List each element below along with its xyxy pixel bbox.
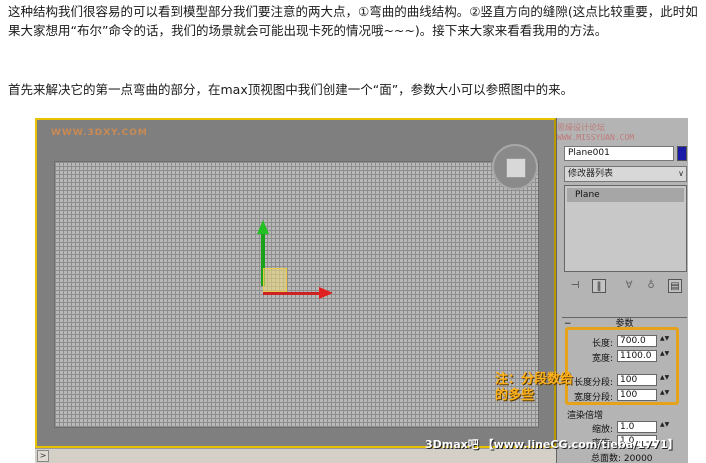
make-unique-icon[interactable]: ∀ bbox=[622, 279, 636, 293]
scale-label: 缩放: bbox=[591, 425, 613, 435]
article-paragraph-1: 这种结构我们很容易的可以看到模型部分我们要注意的两大点，①弯曲的曲线结构。②竖直… bbox=[8, 4, 698, 38]
width-segs-spinner-icon[interactable]: ▲▼ bbox=[660, 390, 669, 401]
configure-sets-icon[interactable]: ▤ bbox=[668, 279, 682, 293]
length-spinner-icon[interactable]: ▲▼ bbox=[660, 336, 669, 347]
length-segs-spinner-icon[interactable]: ▲▼ bbox=[660, 375, 669, 386]
site-banner: 3Dmax吧 【www.lineCG.com/tieba/1771】 bbox=[425, 438, 679, 451]
stack-toolbar: ⊣ ‖ ∀ ♁ ▤ bbox=[564, 278, 687, 296]
width-label: 宽度: bbox=[591, 354, 613, 364]
command-panel: 思缘设计论坛 WWW.MISSYUAN.COM Plane001 修改器列表 ∨… bbox=[556, 118, 688, 463]
stack-item-plane[interactable]: Plane bbox=[567, 188, 684, 202]
gizmo-y-arrow-icon[interactable] bbox=[257, 220, 269, 234]
object-name-field[interactable]: Plane001 bbox=[564, 146, 674, 161]
modifier-list-dropdown[interactable]: 修改器列表 ∨ bbox=[564, 166, 687, 182]
panel-watermark: 思缘设计论坛 WWW.MISSYUAN.COM bbox=[557, 123, 635, 142]
modifier-stack[interactable]: Plane bbox=[564, 185, 687, 272]
pin-stack-icon[interactable]: ⊣ bbox=[568, 279, 582, 293]
max-screenshot: WWW.3DXY.COM > 思缘设计论坛 WWW.MISSYUAN.COM P… bbox=[35, 118, 688, 463]
gizmo-x-axis[interactable] bbox=[263, 292, 323, 295]
length-segs-input[interactable]: 100 bbox=[617, 374, 657, 386]
scroll-arrow-button[interactable]: > bbox=[37, 450, 49, 462]
article-paragraph-2: 首先来解决它的第一点弯曲的部分，在max顶视图中我们创建一个“面”，参数大小可以… bbox=[8, 82, 574, 97]
total-faces-readout: 总面数: 20000 bbox=[591, 454, 653, 463]
object-color-swatch[interactable] bbox=[677, 146, 687, 161]
chevron-down-icon[interactable]: ∨ bbox=[678, 167, 684, 181]
remove-modifier-icon[interactable]: ♁ bbox=[644, 279, 658, 293]
top-viewport[interactable]: WWW.3DXY.COM bbox=[35, 118, 556, 448]
segments-note: 注：分段数给的多些 bbox=[495, 372, 574, 403]
scale-spinner-icon[interactable]: ▲▼ bbox=[660, 422, 669, 433]
gizmo-xy-plane-handle[interactable] bbox=[263, 268, 287, 292]
viewport-watermark: WWW.3DXY.COM bbox=[51, 128, 148, 138]
viewcube-icon[interactable] bbox=[492, 144, 538, 190]
show-end-result-icon[interactable]: ‖ bbox=[592, 279, 606, 293]
scale-input[interactable]: 1.0 bbox=[617, 421, 657, 433]
render-multipliers-header: 渲染倍增 bbox=[567, 411, 604, 421]
length-input[interactable]: 700.0 bbox=[617, 335, 657, 347]
modifier-list-label: 修改器列表 bbox=[568, 169, 614, 179]
width-spinner-icon[interactable]: ▲▼ bbox=[660, 351, 669, 362]
gizmo-x-arrow-icon[interactable] bbox=[319, 287, 333, 299]
width-input[interactable]: 1100.0 bbox=[617, 350, 657, 362]
width-segs-input[interactable]: 100 bbox=[617, 389, 657, 401]
length-label: 长度: bbox=[591, 339, 613, 349]
